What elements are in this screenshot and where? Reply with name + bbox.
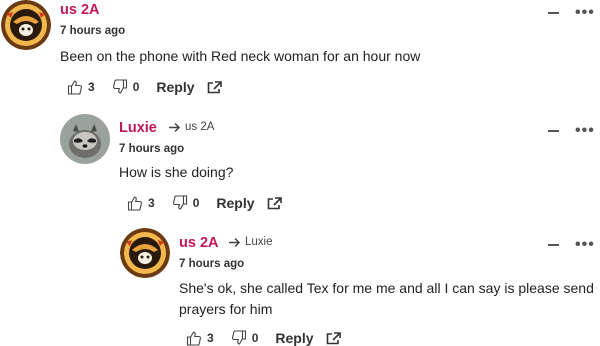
more-options-icon[interactable]: ••• <box>575 5 595 21</box>
thumbs-down-icon <box>231 330 247 346</box>
like-button[interactable]: 3 <box>127 195 155 211</box>
like-count: 3 <box>88 80 95 94</box>
dislike-count: 0 <box>192 196 200 210</box>
comment-menu: ••• <box>548 237 595 253</box>
comment-text: How is she doing? <box>119 164 234 180</box>
thumbs-down-icon <box>112 79 128 95</box>
like-button[interactable]: 3 <box>186 330 214 346</box>
reply-to-name: us 2A <box>185 121 215 133</box>
reply-to-indicator[interactable]: Luxie <box>228 236 273 248</box>
reply-button[interactable]: Reply <box>275 330 313 346</box>
raccoon-avatar-icon[interactable] <box>60 114 110 164</box>
like-button[interactable]: 3 <box>67 79 95 95</box>
comment-3: us 2A Luxie 7 hours ago ••• She's ok, sh… <box>0 226 600 346</box>
cowboy-badge-avatar-icon[interactable] <box>120 228 170 278</box>
dislike-button[interactable]: 0 <box>112 79 140 95</box>
share-icon[interactable] <box>207 80 223 94</box>
comment-author[interactable]: us 2A <box>60 2 100 18</box>
reply-to-name: Luxie <box>245 236 273 248</box>
thumbs-up-icon <box>127 195 143 211</box>
comment-menu: ••• <box>548 123 595 139</box>
collapse-icon[interactable] <box>548 244 559 246</box>
reply-button[interactable]: Reply <box>216 195 254 211</box>
comment-menu: ••• <box>548 5 595 21</box>
like-count: 3 <box>148 196 155 210</box>
dislike-count: 0 <box>132 80 140 94</box>
comment-author[interactable]: us 2A <box>179 235 219 251</box>
more-options-icon[interactable]: ••• <box>575 237 595 253</box>
dislike-button[interactable]: 0 <box>172 195 200 211</box>
comment-1: us 2A 7 hours ago ••• Been on the phone … <box>0 0 600 100</box>
cowboy-badge-avatar-icon[interactable] <box>1 0 51 50</box>
comment-actions: 3 0 Reply <box>127 195 283 211</box>
share-icon[interactable] <box>326 331 342 345</box>
dislike-count: 0 <box>251 331 259 345</box>
collapse-icon[interactable] <box>548 130 559 132</box>
thumbs-up-icon <box>186 330 202 346</box>
share-icon[interactable] <box>267 196 283 210</box>
dislike-button[interactable]: 0 <box>231 330 259 346</box>
like-count: 3 <box>207 331 214 345</box>
more-options-icon[interactable]: ••• <box>575 123 595 139</box>
reply-to-indicator[interactable]: us 2A <box>168 121 214 133</box>
comment-2: Luxie us 2A 7 hours ago ••• How is she d… <box>0 112 600 222</box>
reply-button[interactable]: Reply <box>156 79 194 95</box>
comment-text: She's ok, she called Tex for me me and a… <box>179 280 594 317</box>
reply-arrow-icon <box>229 237 241 247</box>
reply-arrow-icon <box>169 122 181 132</box>
thumbs-down-icon <box>172 195 188 211</box>
comment-timestamp: 7 hours ago <box>179 258 245 270</box>
comment-actions: 3 0 Reply <box>186 330 342 346</box>
comment-text: Been on the phone with Red neck woman fo… <box>60 48 421 64</box>
comment-author[interactable]: Luxie <box>119 120 157 136</box>
thumbs-up-icon <box>67 79 83 95</box>
comment-actions: 3 0 Reply <box>67 79 223 95</box>
collapse-icon[interactable] <box>548 12 559 14</box>
comment-timestamp: 7 hours ago <box>119 143 185 155</box>
comment-timestamp: 7 hours ago <box>60 25 126 37</box>
